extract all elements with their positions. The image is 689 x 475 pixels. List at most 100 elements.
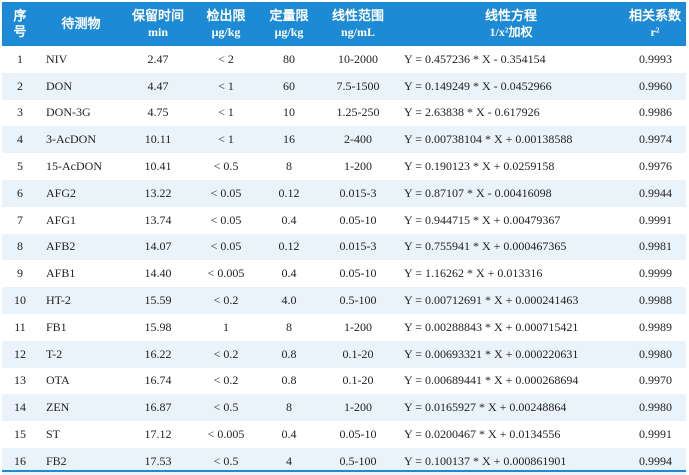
correlation-value: 0.9944 bbox=[624, 179, 686, 207]
linear-equation: Y = 0.0200467 * X + 0.0134556 bbox=[398, 421, 624, 448]
linear-range: 0.5-100 bbox=[318, 287, 398, 314]
correlation-value: 0.9991 bbox=[624, 421, 686, 448]
table-row: 14 ZEN 16.87 < 0.5 8 1-200 Y = 0.0165927 * X +… bbox=[2, 394, 686, 422]
lod-value: < 0.005 bbox=[192, 260, 260, 288]
retention-time: 14.07 bbox=[124, 233, 192, 261]
retention-time: 13.22 bbox=[124, 179, 192, 207]
lod-value: < 0.5 bbox=[192, 153, 260, 180]
correlation-value: 0.9991 bbox=[624, 206, 686, 234]
header-cell-lod: 检出限 μg/kg bbox=[192, 2, 260, 46]
retention-time: 10.41 bbox=[124, 153, 192, 180]
row-number: 2 bbox=[2, 72, 38, 100]
retention-time: 4.47 bbox=[124, 72, 192, 100]
linear-equation: Y = 0.149249 * X - 0.0452966 bbox=[398, 72, 624, 100]
table-row: 15 ST 17.12 < 0.005 0.4 0.05-10 Y = 0.0200467 … bbox=[2, 421, 686, 448]
header-cell-no: 序号 bbox=[2, 2, 38, 46]
linear-equation: Y = 2.63838 * X - 0.617926 bbox=[398, 99, 624, 127]
loq-value: 8 bbox=[260, 313, 318, 341]
correlation-value: 0.9980 bbox=[624, 394, 686, 422]
lod-value: < 0.2 bbox=[192, 287, 260, 314]
row-number: 5 bbox=[2, 153, 38, 180]
lod-value: < 1 bbox=[192, 72, 260, 100]
loq-value: 60 bbox=[260, 72, 318, 100]
loq-value: 8 bbox=[260, 394, 318, 422]
correlation-value: 0.9980 bbox=[624, 340, 686, 368]
row-number: 13 bbox=[2, 367, 38, 395]
lod-value: < 1 bbox=[192, 126, 260, 154]
lod-value: < 1 bbox=[192, 99, 260, 127]
correlation-value: 0.9993 bbox=[624, 46, 686, 73]
loq-value: 0.8 bbox=[260, 340, 318, 368]
lod-value: < 0.05 bbox=[192, 206, 260, 234]
correlation-value: 0.9988 bbox=[624, 287, 686, 314]
table-header: 序号 待测物 保留时间 min 检出限 μg/kg 定量限 μg/kg 线性范围 ng/… bbox=[2, 2, 686, 46]
table-row: 11 FB1 15.98 1 8 1-200 Y = 0.00288843 * X + 0.… bbox=[2, 313, 686, 341]
correlation-value: 0.9989 bbox=[624, 313, 686, 341]
linear-equation: Y = 0.190123 * X + 0.0259158 bbox=[398, 153, 624, 180]
header-cell-loq: 定量限 μg/kg bbox=[260, 2, 318, 46]
linear-range: 1-200 bbox=[318, 394, 398, 422]
loq-value: 16 bbox=[260, 126, 318, 154]
retention-time: 16.87 bbox=[124, 394, 192, 422]
linear-range: 0.05-10 bbox=[318, 421, 398, 448]
linear-range: 1-200 bbox=[318, 153, 398, 180]
table-row: 9 AFB1 14.40 < 0.005 0.4 0.05-10 Y = 1.16262 *… bbox=[2, 260, 686, 288]
analyte-name: AFG2 bbox=[38, 179, 124, 207]
loq-value: 0.12 bbox=[260, 233, 318, 261]
table-bottom-rule bbox=[2, 470, 686, 472]
linear-equation: Y = 0.00712691 * X + 0.000241463 bbox=[398, 287, 624, 314]
linear-equation: Y = 0.0165927 * X + 0.00248864 bbox=[398, 394, 624, 422]
row-number: 12 bbox=[2, 340, 38, 368]
linear-range: 10-2000 bbox=[318, 46, 398, 73]
header-cell-linear-range: 线性范围 ng/mL bbox=[318, 2, 398, 46]
table-row: 10 HT-2 15.59 < 0.2 4.0 0.5-100 Y = 0.00712691… bbox=[2, 287, 686, 314]
analyte-name: ST bbox=[38, 421, 124, 448]
lod-value: < 0.05 bbox=[192, 233, 260, 261]
linear-equation: Y = 0.755941 * X + 0.000467365 bbox=[398, 233, 624, 261]
row-number: 15 bbox=[2, 421, 38, 448]
correlation-value: 0.9974 bbox=[624, 126, 686, 154]
analyte-name: HT-2 bbox=[38, 287, 124, 314]
table-body: 1 NIV 2.47 < 2 80 10-2000 Y = 0.457236 * X - 0… bbox=[2, 46, 686, 475]
table-row: 3 DON-3G 4.75 < 1 10 1.25-250 Y = 2.63838 * X … bbox=[2, 99, 686, 127]
retention-time: 15.98 bbox=[124, 313, 192, 341]
linear-equation: Y = 0.00689441 * X + 0.000268694 bbox=[398, 367, 624, 395]
header-cell-linear-equation: 线性方程 1/x²加权 bbox=[398, 2, 624, 46]
linear-equation: Y = 1.16262 * X + 0.013316 bbox=[398, 260, 624, 288]
linear-range: 0.015-3 bbox=[318, 179, 398, 207]
analyte-name: DON bbox=[38, 72, 124, 100]
linear-equation: Y = 0.457236 * X - 0.354154 bbox=[398, 46, 624, 73]
row-number: 7 bbox=[2, 206, 38, 234]
analyte-name: AFB2 bbox=[38, 233, 124, 261]
loq-value: 0.8 bbox=[260, 367, 318, 395]
analyte-name: DON-3G bbox=[38, 99, 124, 127]
lod-value: < 2 bbox=[192, 46, 260, 73]
retention-time: 15.59 bbox=[124, 287, 192, 314]
loq-value: 80 bbox=[260, 46, 318, 73]
retention-time: 2.47 bbox=[124, 46, 192, 73]
analyte-name: OTA bbox=[38, 367, 124, 395]
loq-value: 0.4 bbox=[260, 260, 318, 288]
loq-value: 0.4 bbox=[260, 421, 318, 448]
analyte-name: AFB1 bbox=[38, 260, 124, 288]
header-cell-correlation: 相关系数 r² bbox=[624, 2, 686, 46]
analyte-name: 15-AcDON bbox=[38, 153, 124, 180]
table-row: 4 3-AcDON 10.11 < 1 16 2-400 Y = 0.00738104 * … bbox=[2, 126, 686, 154]
lod-value: < 0.005 bbox=[192, 421, 260, 448]
analyte-name: FB1 bbox=[38, 313, 124, 341]
correlation-value: 0.9970 bbox=[624, 367, 686, 395]
header-cell-analyte: 待测物 bbox=[38, 2, 124, 46]
retention-time: 16.22 bbox=[124, 340, 192, 368]
analyte-name: 3-AcDON bbox=[38, 126, 124, 154]
loq-value: 0.12 bbox=[260, 179, 318, 207]
linear-range: 0.05-10 bbox=[318, 260, 398, 288]
correlation-value: 0.9999 bbox=[624, 260, 686, 288]
retention-time: 4.75 bbox=[124, 99, 192, 127]
table-row: 13 OTA 16.74 < 0.2 0.8 0.1-20 Y = 0.00689441 *… bbox=[2, 367, 686, 395]
loq-value: 8 bbox=[260, 153, 318, 180]
linear-equation: Y = 0.00693321 * X + 0.000220631 bbox=[398, 340, 624, 368]
header-cell-retention-time: 保留时间 min bbox=[124, 2, 192, 46]
row-number: 9 bbox=[2, 260, 38, 288]
linear-range: 0.05-10 bbox=[318, 206, 398, 234]
correlation-value: 0.9981 bbox=[624, 233, 686, 261]
